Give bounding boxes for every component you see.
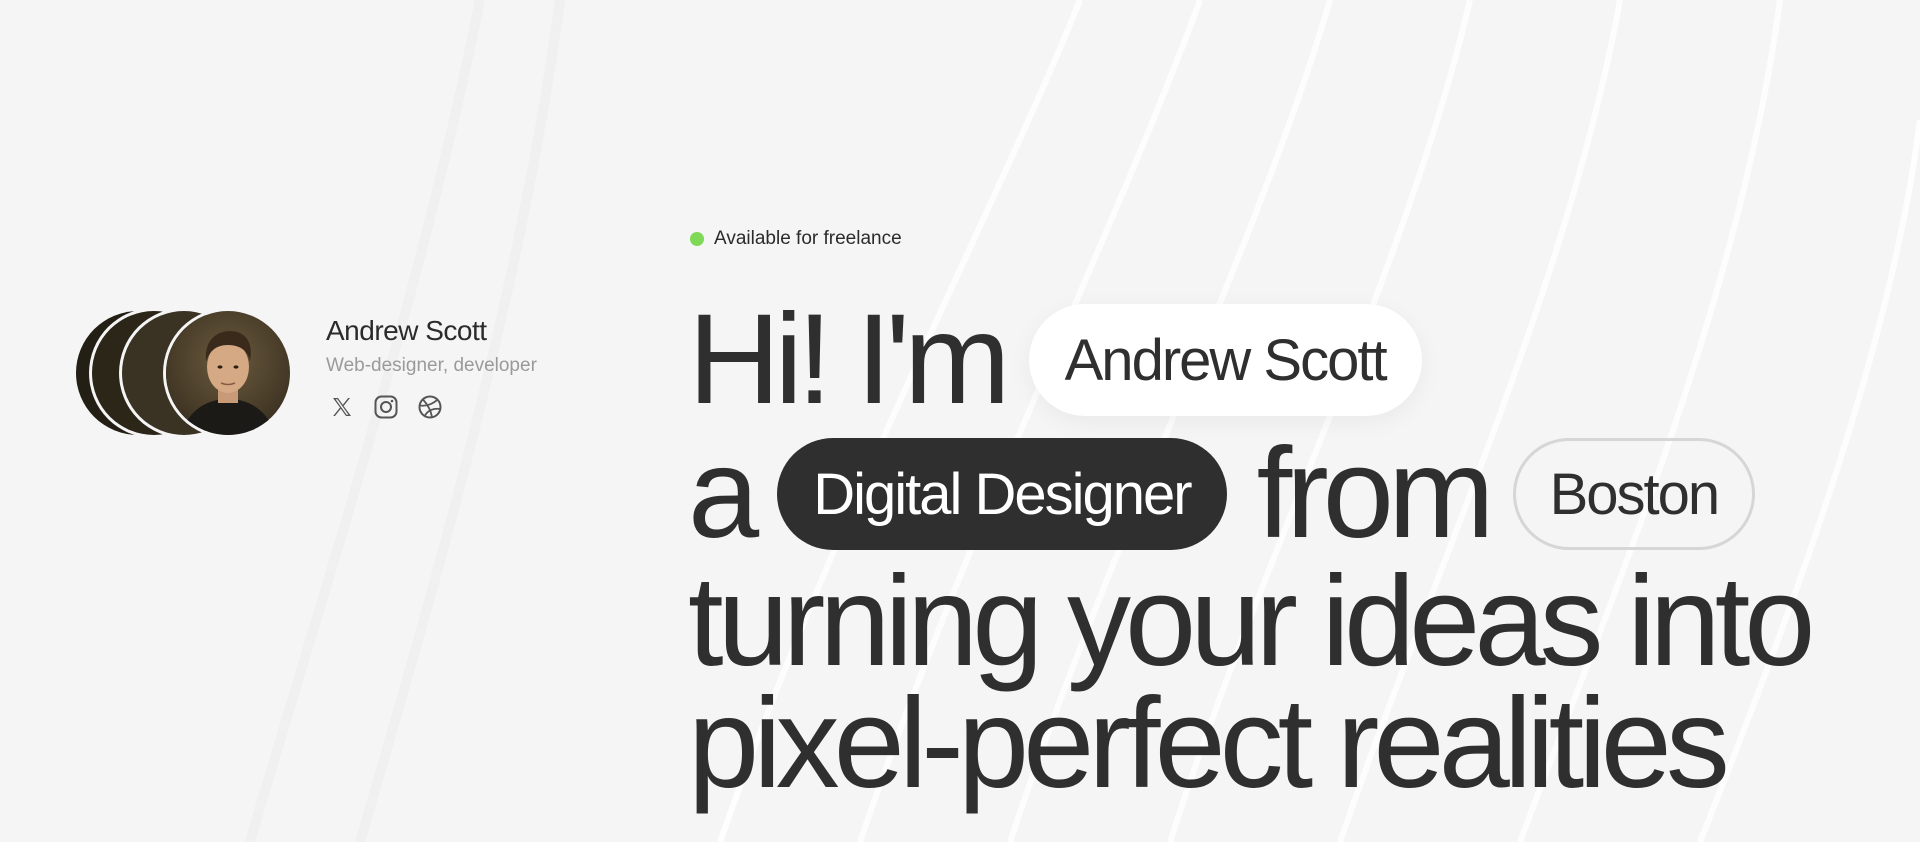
headline-line-3: turning your ideas into [688,550,1815,693]
instagram-link[interactable] [372,393,400,421]
instagram-icon [374,395,398,419]
avatar [166,311,290,435]
x-link[interactable] [328,393,356,421]
dribbble-icon [418,395,442,419]
hero-headline: Hi! I'm Andrew Scott a Digital Designer … [688,0,1908,842]
profile-info: Andrew Scott Web-designer, developer [326,311,586,421]
x-icon [333,398,351,416]
avatar-stack [76,311,290,435]
dribbble-link[interactable] [416,393,444,421]
avatar-portrait [180,331,276,435]
headline-line-2: a Digital Designer from Boston [688,422,1756,565]
profile-name: Andrew Scott [326,315,487,346]
headline-text-4: pixel-perfect realities [688,672,1730,815]
headline-text-3: turning your ideas into [688,550,1815,693]
profile-role: Web-designer, developer [326,355,537,376]
headline-line-4: pixel-perfect realities [688,672,1730,815]
headline-article: a [688,422,759,565]
name-pill: Andrew Scott [1028,304,1422,416]
headline-from: from [1256,422,1495,565]
headline-greeting: Hi! I'm [688,288,1011,431]
role-pill: Digital Designer [777,438,1227,550]
city-pill: Boston [1512,438,1756,550]
headline-line-1: Hi! I'm Andrew Scott [688,296,1422,424]
social-links [328,393,586,421]
